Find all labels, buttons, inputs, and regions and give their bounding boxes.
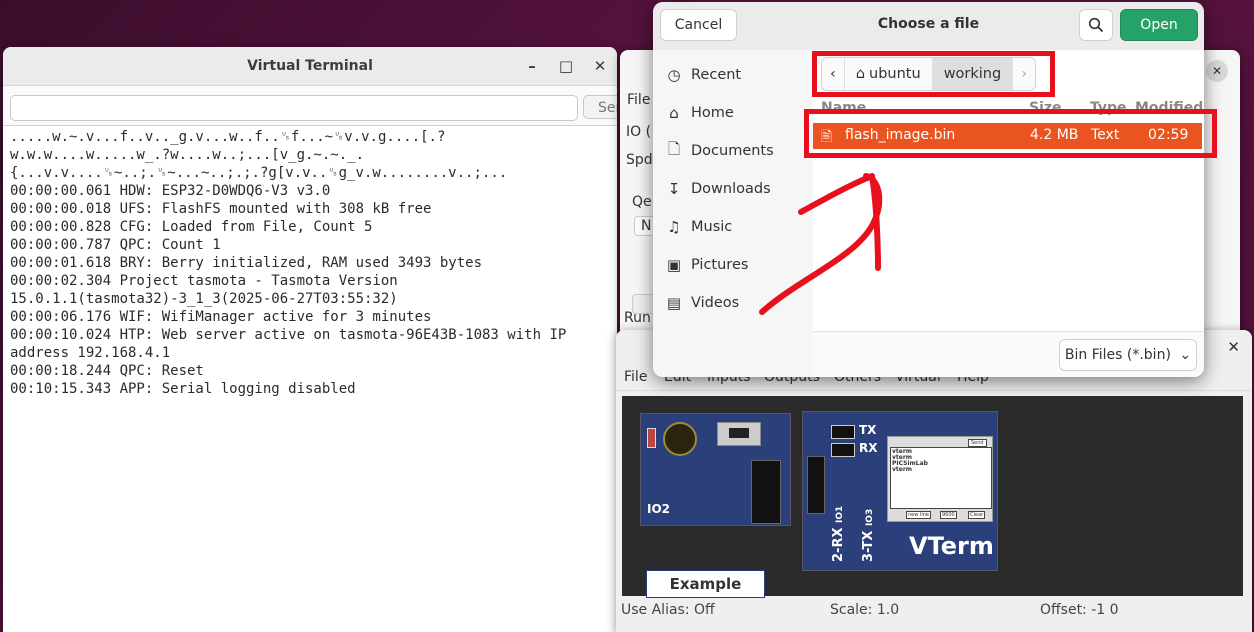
annotation-arrow <box>759 173 883 315</box>
